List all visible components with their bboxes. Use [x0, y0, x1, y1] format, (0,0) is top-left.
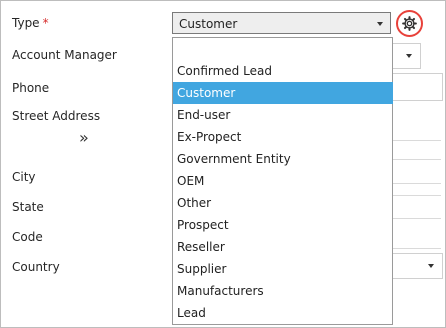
type-label-text: Type: [12, 16, 40, 30]
required-marker: *: [42, 16, 49, 30]
type-option[interactable]: OEM: [173, 170, 392, 192]
type-option[interactable]: Other: [173, 192, 392, 214]
street-address-label: Street Address: [12, 109, 101, 123]
type-option[interactable]: Government Entity: [173, 148, 392, 170]
caret-down-icon: [406, 54, 412, 58]
caret-down-icon: [428, 264, 434, 268]
type-option[interactable]: Supplier: [173, 258, 392, 280]
type-select-value: Customer: [179, 17, 238, 31]
type-option[interactable]: Manufacturers: [173, 280, 392, 302]
type-option[interactable]: Ex-Propect: [173, 126, 392, 148]
type-dropdown-list: Confirmed Lead Customer End-user Ex-Propect…: [172, 37, 393, 325]
type-option[interactable]: Prospect: [173, 214, 392, 236]
type-option[interactable]: Confirmed Lead: [173, 60, 392, 82]
type-settings-button[interactable]: [396, 10, 423, 37]
code-label: Code: [12, 230, 43, 244]
type-option[interactable]: Reseller: [173, 236, 392, 258]
type-option[interactable]: Lead: [173, 302, 392, 324]
expand-address-button[interactable]: »: [79, 128, 89, 147]
country-label: Country: [12, 260, 60, 274]
type-option[interactable]: End-user: [173, 104, 392, 126]
account-form: Type * Account Manager Phone Street Addre…: [0, 0, 446, 328]
type-label: Type *: [12, 16, 49, 30]
type-select[interactable]: Customer: [172, 12, 391, 34]
caret-down-icon: [377, 22, 383, 26]
state-label: State: [12, 200, 44, 214]
account-manager-label: Account Manager: [12, 48, 117, 62]
phone-label: Phone: [12, 81, 50, 95]
city-label: City: [12, 170, 36, 184]
type-option[interactable]: Customer: [173, 82, 393, 104]
type-options: Confirmed Lead Customer End-user Ex-Propect…: [173, 60, 393, 324]
gear-icon: [402, 16, 417, 31]
